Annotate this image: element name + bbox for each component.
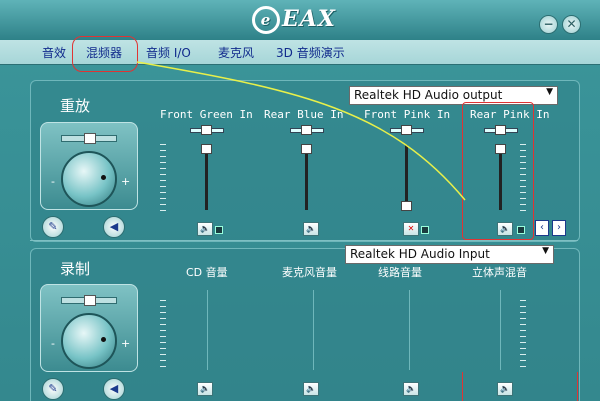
- mute-speaker-icon[interactable]: 🔈: [403, 382, 419, 396]
- wrench-icon[interactable]: ✎: [42, 378, 64, 400]
- column-divider: [207, 290, 208, 370]
- level-ticks: [160, 300, 166, 370]
- recording-highlight-annotation: [577, 372, 578, 401]
- chevron-down-icon: ▼: [542, 246, 549, 256]
- speaker-icon[interactable]: ◀: [103, 378, 125, 400]
- minus-label: -: [51, 337, 55, 350]
- section-divider: [30, 240, 578, 241]
- knob-indicator: [101, 337, 106, 342]
- recording-device-select[interactable]: Realtek HD Audio Input ▼: [345, 245, 554, 264]
- mute-speaker-icon[interactable]: 🔈: [197, 382, 213, 396]
- channel-label: CD 音量: [186, 266, 228, 279]
- recording-master-volume[interactable]: - +: [40, 284, 138, 372]
- balance-thumb[interactable]: [84, 295, 96, 306]
- plus-label: +: [121, 337, 131, 350]
- column-divider: [409, 290, 410, 370]
- recording-title: 录制: [60, 260, 91, 278]
- mute-speaker-icon[interactable]: 🔈: [497, 382, 513, 396]
- channel-label: 麦克风音量: [282, 266, 337, 279]
- channel-label: 立体声混音: [472, 266, 527, 279]
- volume-knob[interactable]: [61, 313, 117, 369]
- recording-device-value: Realtek HD Audio Input: [350, 247, 490, 261]
- mute-speaker-icon[interactable]: 🔈: [303, 382, 319, 396]
- annotation-curve: [136, 61, 466, 201]
- channel-label: 线路音量: [378, 266, 422, 279]
- mixer-window: e EAX − ✕ 音效 混频器 音频 I/O 麦克风 3D 音频演示 重放 - …: [0, 0, 600, 401]
- column-divider: [500, 290, 501, 370]
- column-divider: [313, 290, 314, 370]
- level-ticks: [520, 300, 526, 370]
- recording-highlight-annotation: [462, 372, 463, 401]
